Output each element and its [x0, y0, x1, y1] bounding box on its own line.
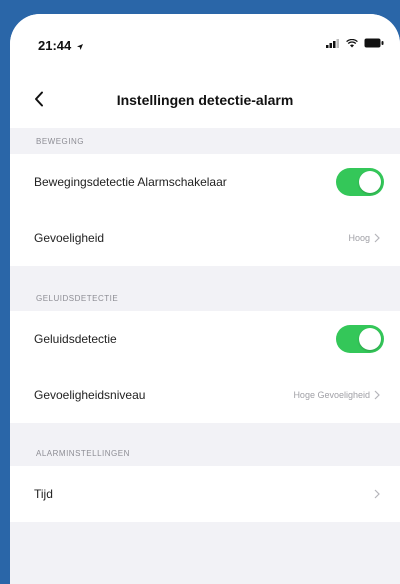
navigation-bar: Instellingen detectie-alarm [10, 72, 400, 128]
time-label: Tijd [34, 487, 53, 501]
sensitivity-value: Hoog [348, 233, 370, 243]
sound-group: Geluidsdetectie Gevoeligheidsniveau Hoge… [10, 311, 400, 423]
motion-detection-row: Bewegingsdetectie Alarmschakelaar [10, 154, 400, 210]
chevron-right-icon [374, 231, 384, 245]
sound-detection-row: Geluidsdetectie [10, 311, 400, 367]
section-header-sound: GELUIDSDETECTIE [36, 294, 119, 303]
sound-detection-label: Geluidsdetectie [34, 332, 117, 346]
page-title: Instellingen detectie-alarm [116, 92, 294, 108]
battery-icon [364, 38, 384, 48]
sensitivity-level-row[interactable]: Gevoeligheidsniveau Hoge Gevoeligheid [10, 367, 400, 423]
chevron-right-icon [374, 388, 384, 402]
time-row[interactable]: Tijd [10, 466, 400, 522]
sensitivity-level-label: Gevoeligheidsniveau [34, 388, 146, 402]
status-icons [326, 38, 384, 48]
status-time: 21:44 [38, 38, 84, 53]
chevron-right-icon [374, 487, 384, 501]
phone-screen: 21:44 Instellingen detectie-alarm BEWEGI… [10, 14, 400, 584]
wifi-icon [346, 38, 358, 47]
cellular-signal-icon [326, 38, 339, 48]
sound-detection-toggle[interactable] [336, 325, 384, 353]
motion-detection-label: Bewegingsdetectie Alarmschakelaar [34, 175, 227, 189]
motion-group: Bewegingsdetectie Alarmschakelaar Gevoel… [10, 154, 400, 266]
sensitivity-level-value: Hoge Gevoeligheid [293, 390, 370, 400]
location-arrow-icon [76, 43, 83, 50]
section-header-alarm: ALARMINSTELLINGEN [36, 449, 130, 458]
sensitivity-label: Gevoeligheid [34, 231, 105, 245]
section-header-motion: BEWEGING [36, 137, 85, 146]
status-bar: 21:44 [10, 14, 400, 72]
sensitivity-row[interactable]: Gevoeligheid Hoog [10, 210, 400, 266]
motion-detection-toggle[interactable] [336, 168, 384, 196]
alarm-group: Tijd [10, 466, 400, 522]
